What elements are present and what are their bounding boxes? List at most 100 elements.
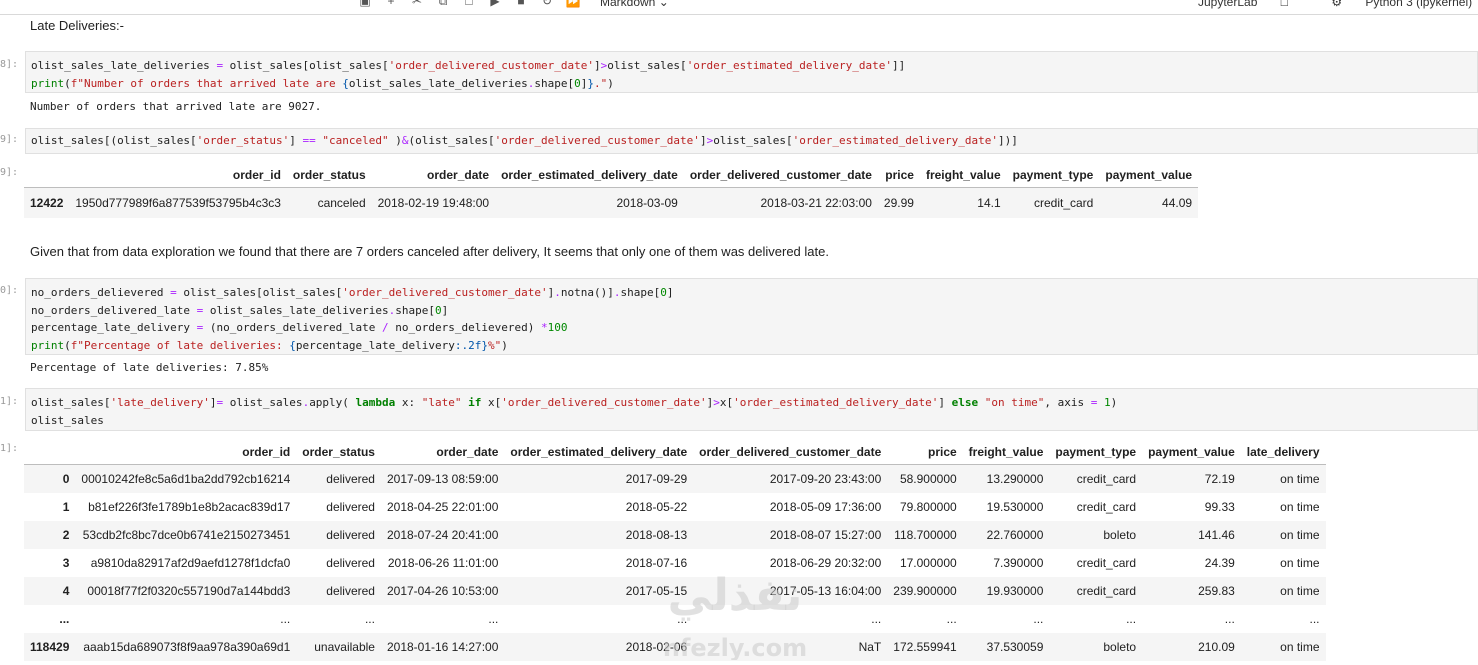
table-cell: aaab15da689073f8f9aa978a390a69d1 — [83, 639, 291, 654]
table-cell: boleto — [1103, 639, 1137, 654]
table-cell: credit_card — [1076, 583, 1137, 598]
table-cell: 19.930000 — [986, 583, 1044, 598]
restart-icon[interactable]: ↻ — [534, 0, 560, 8]
table-cell: on time — [1280, 555, 1320, 570]
table-cell: ... — [364, 611, 375, 626]
table-cell: credit_card — [1076, 499, 1137, 514]
column-header: order_date — [380, 439, 505, 465]
table-cell: 2018-07-24 20:41:00 — [386, 527, 499, 542]
column-header: price — [877, 162, 920, 188]
cell-prompt: 0]: — [0, 285, 18, 296]
code-cell-4[interactable]: olist_sales['late_delivery']= olist_sale… — [25, 388, 1478, 431]
kernel-label: Python 3 (ipykernel) — [1365, 0, 1473, 9]
jupyterlab-button[interactable]: JupyterLab □ — [1198, 0, 1308, 9]
column-header: order_status — [296, 439, 381, 465]
table-cell: 7.390000 — [993, 555, 1044, 570]
column-header: order_date — [371, 162, 496, 188]
cell-prompt: 1]: — [0, 396, 18, 407]
kernel-area: JupyterLab □ ⚙ Python 3 (ipykernel) ○ ⋮ — [1198, 0, 1478, 9]
table-cell: 2018-02-19 19:48:00 — [377, 195, 490, 210]
column-header: payment_type — [1049, 439, 1143, 465]
table-cell: delivered — [326, 499, 375, 514]
fast-forward-icon[interactable]: ⏩ — [560, 0, 586, 8]
table-cell: 53cdb2fc8bc7dce0b6741e2150273451 — [82, 527, 291, 542]
table-cell: 99.33 — [1204, 499, 1235, 514]
code-cell-1[interactable]: olist_sales_late_deliveries = olist_sale… — [25, 51, 1478, 93]
column-header: payment_value — [1142, 439, 1241, 465]
dataframe-table-2: order_id order_status order_date order_esti… — [24, 439, 1326, 661]
table-cell: 2017-04-26 10:53:00 — [386, 583, 499, 598]
table-cell: credit_card — [1076, 555, 1137, 570]
table-cell: 29.99 — [883, 195, 914, 210]
row-index: 118429 — [30, 639, 70, 654]
chevron-down-icon: ⌄ — [658, 0, 669, 9]
table-row: 12422 1950d777989f6a877539f53795b4c3c3 can… — [24, 187, 1199, 218]
row-index: 3 — [62, 555, 70, 570]
table-cell: 2018-03-21 22:03:00 — [760, 195, 872, 210]
row-index: 12422 — [30, 195, 64, 210]
table-cell: NaT — [858, 639, 882, 654]
table-cell: delivered — [326, 555, 375, 570]
run-icon[interactable]: ▶ — [482, 0, 508, 8]
table-cell: 2018-01-16 14:27:00 — [386, 639, 499, 654]
gear-icon[interactable]: ⚙ — [1331, 0, 1342, 9]
table-cell: 172.559941 — [893, 639, 957, 654]
column-header: price — [887, 439, 963, 465]
paste-icon[interactable]: □ — [456, 0, 482, 8]
table-cell: ... — [677, 611, 688, 626]
save-icon[interactable]: ▣ — [352, 0, 378, 8]
column-header: order_delivered_customer_date — [683, 162, 878, 188]
column-header: payment_type — [1006, 162, 1100, 188]
table-cell: 37.530059 — [986, 639, 1044, 654]
kernel-name[interactable]: Python 3 (ipykernel) ○ ⋮ — [1365, 0, 1478, 9]
row-index: ... — [59, 611, 70, 626]
table-cell: delivered — [326, 527, 375, 542]
table-cell: 22.760000 — [986, 527, 1044, 542]
table-cell: 2018-07-16 — [625, 555, 688, 570]
table-cell: 1950d777989f6a877539f53795b4c3c3 — [75, 195, 281, 210]
table-cell: canceled — [317, 195, 366, 210]
stop-icon[interactable]: ■ — [508, 0, 534, 8]
code-cell-3[interactable]: no_orders_delievered = olist_sales[olist… — [25, 278, 1478, 355]
external-link-icon: □ — [1280, 0, 1288, 9]
table-cell: on time — [1280, 583, 1320, 598]
table-cell: boleto — [1103, 527, 1137, 542]
table-cell: delivered — [326, 471, 375, 486]
table-cell: ... — [1309, 611, 1320, 626]
table-cell: 2017-05-13 16:04:00 — [769, 583, 882, 598]
row-index: 2 — [62, 527, 70, 542]
table-cell: unavailable — [314, 639, 375, 654]
table-row: 1 b81ef226f3fe1789b1e8b2acac839d17 deliver… — [24, 493, 1326, 521]
index-header — [24, 162, 70, 188]
table-cell: b81ef226f3fe1789b1e8b2acac839d17 — [88, 499, 291, 514]
table-cell: ... — [946, 611, 957, 626]
table-cell: ... — [1126, 611, 1137, 626]
cell-type-dropdown[interactable]: Markdown ⌄ — [600, 0, 669, 9]
table-cell: 2018-03-09 — [616, 195, 678, 210]
table-cell: 00010242fe8c5a6d1ba2dd792cb16214 — [81, 471, 291, 486]
add-cell-icon[interactable]: + — [378, 0, 404, 8]
row-index: 1 — [62, 499, 70, 514]
table-cell: 72.19 — [1204, 471, 1235, 486]
cell-prompt: 9]: — [0, 167, 18, 178]
table-cell: 210.09 — [1198, 639, 1235, 654]
column-header: payment_value — [1099, 162, 1199, 188]
dataframe-table-1: order_id order_status order_date order_esti… — [24, 162, 1199, 218]
cell-prompt: 8]: — [0, 59, 18, 70]
table-row: 0 00010242fe8c5a6d1ba2dd792cb16214 deliver… — [24, 464, 1326, 493]
table-cell: 2018-08-13 — [625, 527, 688, 542]
table-cell: 00018f77f2f0320c557190d7a144bdd3 — [87, 583, 291, 598]
table-cell: 2018-06-26 11:01:00 — [387, 555, 499, 570]
table-cell: credit_card — [1076, 471, 1137, 486]
markdown-heading: Late Deliveries:- — [30, 18, 124, 33]
cut-icon[interactable]: ✂ — [404, 0, 430, 8]
table-cell: 2018-05-09 17:36:00 — [769, 499, 882, 514]
table-cell: 2018-05-22 — [625, 499, 688, 514]
table-cell: ... — [1033, 611, 1044, 626]
table-cell: on time — [1280, 499, 1320, 514]
row-index: 0 — [62, 471, 70, 486]
table-cell: 14.1 — [977, 195, 1001, 210]
copy-icon[interactable]: ⧉ — [430, 0, 456, 9]
code-cell-2[interactable]: olist_sales[(olist_sales['order_status']… — [25, 128, 1478, 154]
table-cell: 2017-09-29 — [625, 471, 688, 486]
